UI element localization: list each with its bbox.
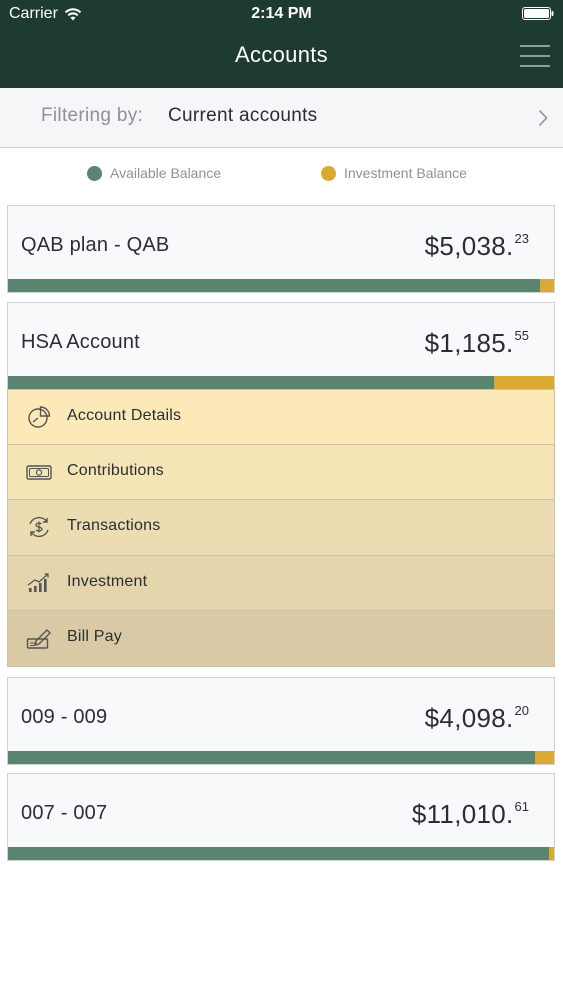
battery-icon — [522, 7, 554, 20]
investment-balance-bar — [493, 376, 554, 389]
filter-label: Filtering by: — [41, 105, 144, 126]
menu-item-contributions[interactable]: Contributions — [7, 444, 555, 501]
menu-item-label: Contributions — [67, 461, 164, 479]
legend-investment-dot — [321, 165, 336, 181]
menu-item-bill-pay[interactable]: Bill Pay — [7, 611, 555, 667]
investment-balance-bar — [548, 847, 554, 860]
investment-balance-bar — [534, 751, 554, 764]
check-payment-icon — [26, 629, 51, 650]
investment-balance-bar — [540, 279, 554, 292]
page-title: Accounts — [235, 42, 328, 67]
filter-value: Current accounts — [168, 105, 318, 126]
legend-available-dot — [87, 165, 102, 181]
balance-bar — [8, 376, 554, 389]
balance-bar — [8, 279, 554, 292]
balance-cents: 55 — [514, 328, 529, 343]
account-balance: $1,185.55 — [425, 328, 529, 359]
account-card-hsa[interactable]: HSA Account $1,185.55 — [7, 302, 555, 390]
balance-dollars: $5,038. — [424, 231, 514, 261]
account-name: 007 - 007 — [21, 802, 108, 824]
legend-available: Available Balance — [87, 165, 221, 181]
account-balance: $11,010.61 — [412, 799, 529, 830]
menu-item-label: Transactions — [67, 517, 161, 535]
balance-cents: 20 — [514, 703, 529, 718]
available-balance-bar — [8, 376, 494, 389]
account-card-007[interactable]: 007 - 007 $11,010.61 — [7, 773, 555, 861]
menu-item-label: Bill Pay — [67, 628, 122, 646]
balance-cents: 23 — [514, 231, 529, 246]
growth-chart-icon — [27, 573, 49, 592]
legend-investment-label: Investment Balance — [344, 165, 467, 181]
balance-legend: Available Balance Investment Balance — [0, 148, 563, 200]
balance-bar — [8, 847, 554, 860]
pie-chart-icon — [28, 406, 51, 428]
balance-dollars: $11,010. — [411, 799, 514, 829]
balance-dollars: $1,185. — [424, 328, 514, 358]
hamburger-menu-icon[interactable] — [520, 45, 550, 67]
legend-available-label: Available Balance — [110, 165, 222, 181]
balance-dollars: $4,098. — [424, 703, 514, 733]
available-balance-bar — [8, 279, 541, 292]
account-name: HSA Account — [21, 331, 140, 353]
account-card-qab[interactable]: QAB plan - QAB $5,038.23 — [7, 205, 555, 293]
account-card-009[interactable]: 009 - 009 $4,098.20 — [7, 677, 555, 765]
dollar-cycle-icon — [29, 517, 49, 538]
chevron-right-icon — [538, 109, 548, 127]
menu-item-transactions[interactable]: Transactions — [7, 500, 555, 556]
available-balance-bar — [8, 751, 535, 764]
menu-item-account-details[interactable]: Account Details — [7, 389, 555, 445]
account-name: 009 - 009 — [21, 706, 108, 728]
account-balance: $5,038.23 — [425, 231, 529, 262]
status-time: 2:14 PM — [251, 5, 312, 22]
account-balance: $4,098.20 — [425, 703, 529, 734]
legend-investment: Investment Balance — [321, 165, 467, 181]
account-name: QAB plan - QAB — [21, 234, 170, 256]
app-header: Carrier 2:14 PM Accounts — [0, 0, 563, 88]
balance-bar — [8, 751, 554, 764]
menu-item-label: Account Details — [67, 407, 182, 424]
available-balance-bar — [8, 847, 549, 860]
hsa-account-menu: Account Details Contributions Transactio… — [7, 389, 555, 667]
menu-item-label: Investment — [67, 572, 148, 590]
balance-cents: 61 — [514, 799, 529, 814]
menu-item-investment[interactable]: Investment — [7, 555, 555, 612]
account-filter[interactable]: Filtering by: Current accounts — [0, 88, 563, 148]
cash-icon — [26, 464, 52, 480]
